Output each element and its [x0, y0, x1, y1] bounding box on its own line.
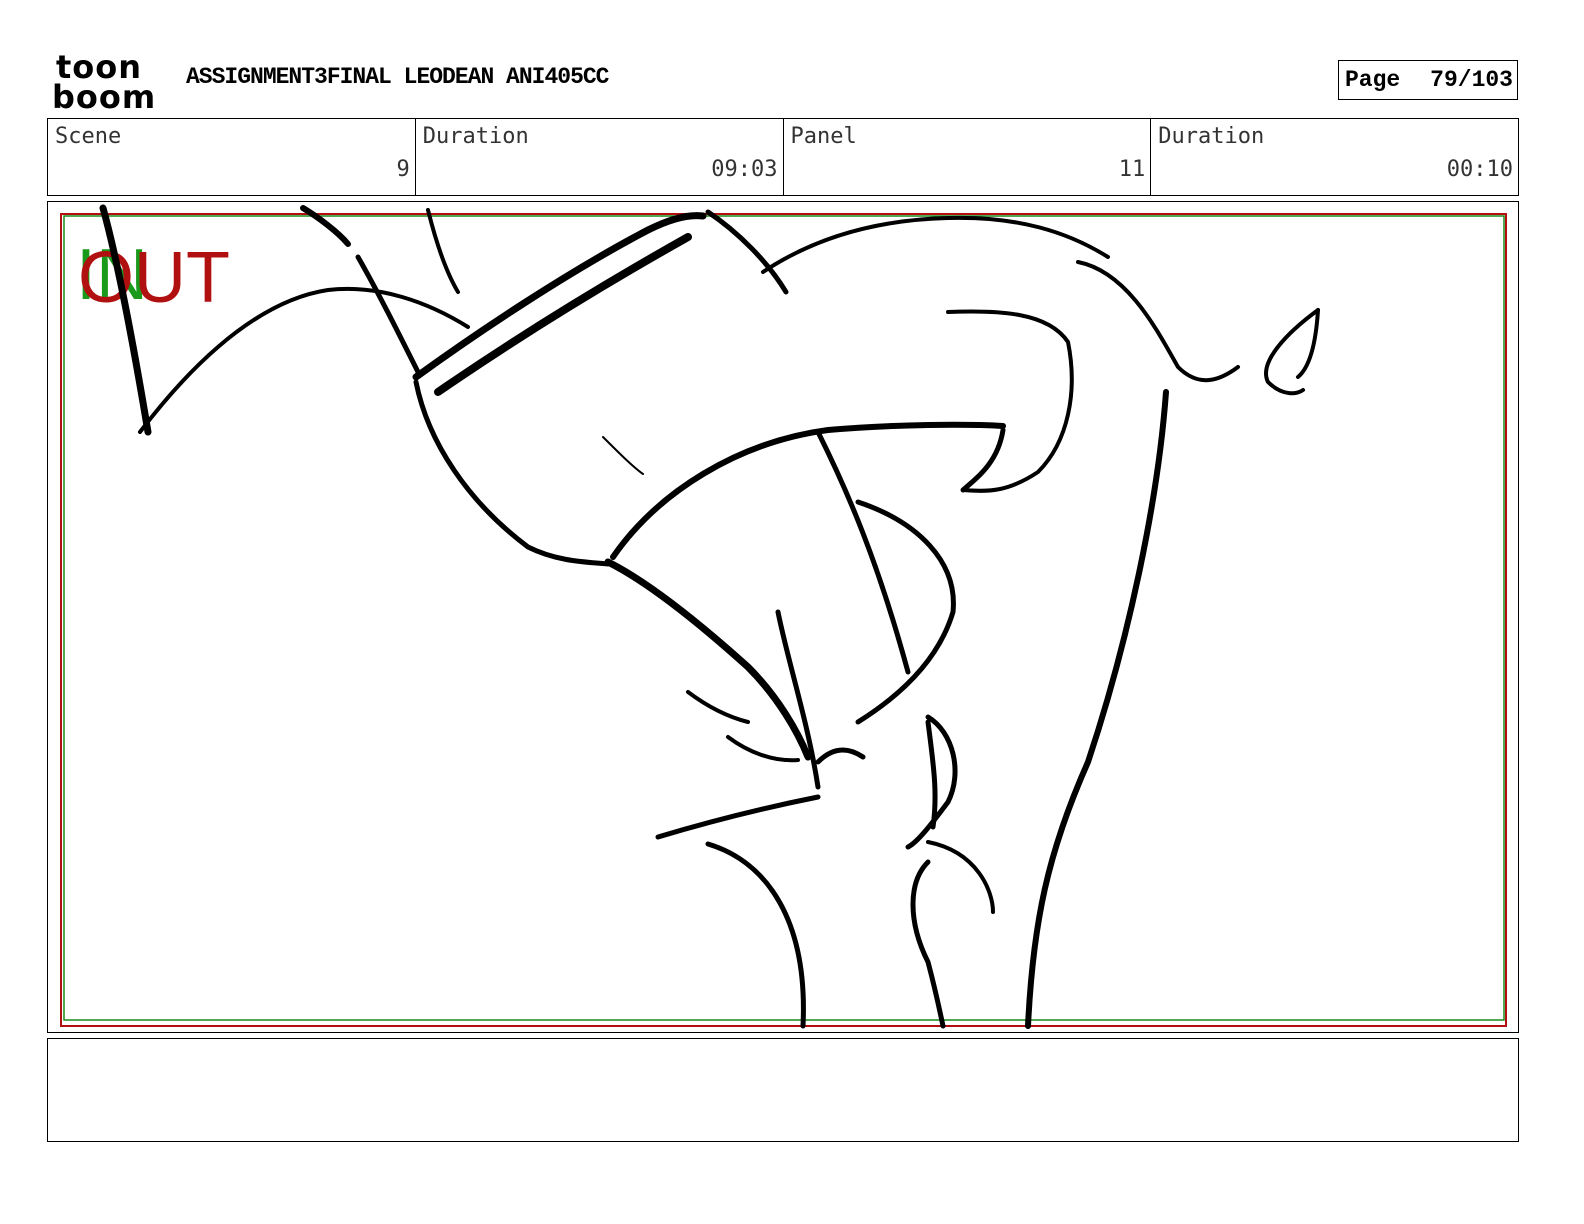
panel-duration-label: Duration	[1158, 124, 1265, 149]
panel-notes	[47, 1038, 1519, 1142]
panel-number: 11	[1118, 157, 1146, 182]
document-title: ASSIGNMENT3FINAL LEODEAN ANI405CC	[186, 64, 609, 90]
logo-line-2: boom	[52, 78, 156, 112]
panel-label: Panel	[790, 124, 857, 149]
page-indicator: Page 79/103	[1338, 60, 1518, 100]
out-marker: OUT	[78, 238, 230, 318]
panel-duration-cell: Duration 00:10	[1151, 119, 1518, 195]
page-label: Page	[1345, 67, 1401, 93]
scene-duration-cell: Duration 09:03	[416, 119, 784, 195]
toon-boom-logo: toon boom	[52, 50, 156, 112]
panel-cell: Panel 11	[784, 119, 1152, 195]
scene-duration-label: Duration	[422, 124, 529, 149]
scene-number: 9	[396, 157, 410, 182]
scene-label: Scene	[55, 124, 122, 149]
sketch-strokes	[99, 204, 1320, 1029]
panel-sketch: IN OUT	[60, 204, 1507, 1029]
page-number: 79/103	[1430, 67, 1513, 93]
panel-duration-value: 00:10	[1446, 157, 1513, 182]
storyboard-panel: IN OUT	[47, 201, 1519, 1033]
scene-cell: Scene 9	[48, 119, 416, 195]
scene-duration-value: 09:03	[711, 157, 778, 182]
panel-info-row: Scene 9 Duration 09:03 Panel 11 Duration…	[47, 118, 1519, 196]
